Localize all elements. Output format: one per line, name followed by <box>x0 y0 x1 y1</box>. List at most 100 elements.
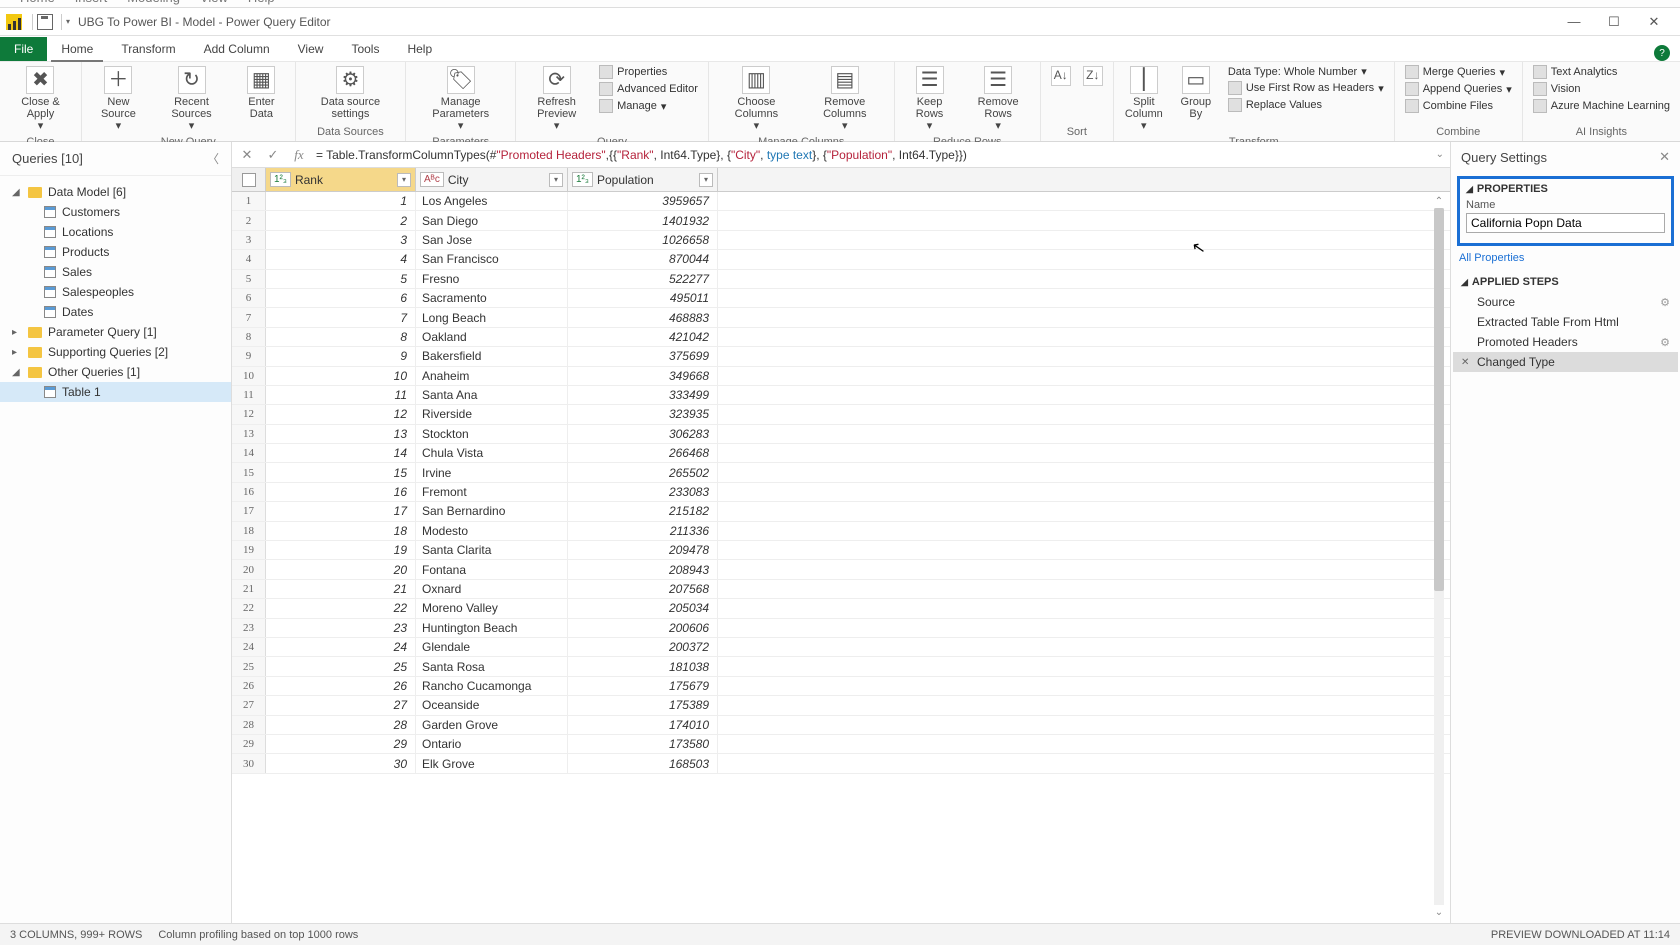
new-source-button[interactable]: ＋New Source ▾ <box>88 64 149 134</box>
split-column-button[interactable]: ⎮Split Column ▾ <box>1120 64 1168 134</box>
fx-icon[interactable]: fx <box>290 146 308 164</box>
azure-ml-button[interactable]: Azure Machine Learning <box>1529 98 1674 114</box>
vision-button[interactable]: Vision <box>1529 81 1674 97</box>
query-item[interactable]: Sales <box>0 262 231 282</box>
table-row[interactable]: 1414Chula Vista266468 <box>232 444 1450 463</box>
properties-button[interactable]: Properties <box>595 64 702 80</box>
minimize-button[interactable]: — <box>1554 10 1594 34</box>
all-properties-link[interactable]: All Properties <box>1451 250 1680 266</box>
close-button[interactable]: ✕ <box>1634 10 1674 34</box>
table-row[interactable]: 66Sacramento495011 <box>232 289 1450 308</box>
chevron-down-icon[interactable]: ◢ <box>1466 184 1473 195</box>
query-folder[interactable]: ◢Other Queries [1] <box>0 362 231 382</box>
manage-parameters-button[interactable]: 🏷Manage Parameters ▾ <box>412 64 509 134</box>
recent-sources-button[interactable]: ↻Recent Sources ▾ <box>153 64 230 134</box>
maximize-button[interactable]: ☐ <box>1594 10 1634 34</box>
tab-home[interactable]: Home <box>47 37 107 61</box>
table-row[interactable]: 2727Oceanside175389 <box>232 696 1450 715</box>
tab-view[interactable]: View <box>284 37 338 61</box>
column-header-population[interactable]: 1²₃ Population ▾ <box>568 168 718 191</box>
sort-asc-button[interactable]: A↓ <box>1047 64 1075 90</box>
table-row[interactable]: 11Los Angeles3959657 <box>232 192 1450 211</box>
applied-step[interactable]: Source⚙ <box>1453 292 1678 312</box>
vertical-scrollbar[interactable]: ⌃ ⌄ <box>1432 194 1446 919</box>
query-item[interactable]: Locations <box>0 222 231 242</box>
tab-help[interactable]: Help <box>393 37 446 61</box>
advanced-editor-button[interactable]: Advanced Editor <box>595 81 702 97</box>
close-apply-button[interactable]: ✖Close & Apply ▾ <box>6 64 75 134</box>
remove-rows-button[interactable]: ☰Remove Rows ▾ <box>962 64 1033 134</box>
save-icon[interactable] <box>37 14 53 30</box>
table-row[interactable]: 2020Fontana208943 <box>232 560 1450 579</box>
table-row[interactable]: 1111Santa Ana333499 <box>232 386 1450 405</box>
table-row[interactable]: 99Bakersfield375699 <box>232 347 1450 366</box>
append-queries-button[interactable]: Append Queries ▾ <box>1401 81 1516 97</box>
table-row[interactable]: 1010Anaheim349668 <box>232 367 1450 386</box>
query-item[interactable]: Dates <box>0 302 231 322</box>
table-row[interactable]: 77Long Beach468883 <box>232 308 1450 327</box>
group-by-button[interactable]: ▭Group By <box>1172 64 1220 122</box>
tab-transform[interactable]: Transform <box>107 37 189 61</box>
data-type-button[interactable]: Data Type: Whole Number ▾ <box>1224 64 1388 79</box>
keep-rows-button[interactable]: ☰Keep Rows ▾ <box>901 64 959 134</box>
help-icon[interactable]: ? <box>1654 45 1670 61</box>
table-row[interactable]: 33San Jose1026658 <box>232 231 1450 250</box>
formula-expand-icon[interactable]: ⌄ <box>1436 149 1444 160</box>
choose-columns-button[interactable]: ▥Choose Columns ▾ <box>715 64 798 134</box>
table-row[interactable]: 3030Elk Grove168503 <box>232 754 1450 773</box>
table-row[interactable]: 1212Riverside323935 <box>232 405 1450 424</box>
tab-add-column[interactable]: Add Column <box>190 37 284 61</box>
table-row[interactable]: 1818Modesto211336 <box>232 522 1450 541</box>
chevron-down-icon[interactable]: ◢ <box>1461 277 1468 288</box>
applied-step[interactable]: Extracted Table From Html <box>1453 312 1678 332</box>
scroll-thumb[interactable] <box>1434 208 1444 591</box>
table-row[interactable]: 2424Glendale200372 <box>232 638 1450 657</box>
table-row[interactable]: 2929Ontario173580 <box>232 735 1450 754</box>
formula-accept-button[interactable]: ✓ <box>264 146 282 164</box>
table-row[interactable]: 55Fresno522277 <box>232 270 1450 289</box>
formula-cancel-button[interactable]: ✕ <box>238 146 256 164</box>
column-header-city[interactable]: Aᴮc City ▾ <box>416 168 568 191</box>
query-item[interactable]: Products <box>0 242 231 262</box>
gear-icon[interactable]: ⚙ <box>1660 336 1670 349</box>
data-source-settings-button[interactable]: ⚙Data source settings <box>302 64 400 122</box>
query-item[interactable]: Table 1 <box>0 382 231 402</box>
query-name-input[interactable] <box>1466 213 1665 233</box>
enter-data-button[interactable]: ▦Enter Data <box>234 64 289 122</box>
table-row[interactable]: 44San Francisco870044 <box>232 250 1450 269</box>
combine-files-button[interactable]: Combine Files <box>1401 98 1516 114</box>
table-row[interactable]: 2121Oxnard207568 <box>232 580 1450 599</box>
table-row[interactable]: 1616Fremont233083 <box>232 483 1450 502</box>
filter-icon[interactable]: ▾ <box>549 173 563 187</box>
gear-icon[interactable]: ⚙ <box>1660 296 1670 309</box>
collapse-queries-icon[interactable]: 〈 <box>207 150 219 167</box>
table-row[interactable]: 1717San Bernardino215182 <box>232 502 1450 521</box>
table-row[interactable]: 2323Huntington Beach200606 <box>232 619 1450 638</box>
table-row[interactable]: 2525Santa Rosa181038 <box>232 657 1450 676</box>
manage-button[interactable]: Manage ▾ <box>595 98 702 114</box>
close-settings-icon[interactable]: ✕ <box>1659 149 1670 165</box>
query-folder[interactable]: ▸Parameter Query [1] <box>0 322 231 342</box>
table-row[interactable]: 1313Stockton306283 <box>232 425 1450 444</box>
applied-step[interactable]: Promoted Headers⚙ <box>1453 332 1678 352</box>
scroll-down-icon[interactable]: ⌄ <box>1432 905 1446 919</box>
filter-icon[interactable]: ▾ <box>397 173 411 187</box>
replace-values-button[interactable]: Replace Values <box>1224 97 1388 113</box>
remove-columns-button[interactable]: ▤Remove Columns ▾ <box>802 64 888 134</box>
table-row[interactable]: 2222Moreno Valley205034 <box>232 599 1450 618</box>
sort-desc-button[interactable]: Z↓ <box>1079 64 1107 90</box>
tab-tools[interactable]: Tools <box>337 37 393 61</box>
refresh-preview-button[interactable]: ⟳Refresh Preview ▾ <box>522 64 591 134</box>
file-tab[interactable]: File <box>0 37 47 61</box>
table-row[interactable]: 2828Garden Grove174010 <box>232 716 1450 735</box>
text-analytics-button[interactable]: Text Analytics <box>1529 64 1674 80</box>
table-row[interactable]: 88Oakland421042 <box>232 328 1450 347</box>
merge-queries-button[interactable]: Merge Queries ▾ <box>1401 64 1516 80</box>
table-row[interactable]: 22San Diego1401932 <box>232 211 1450 230</box>
table-row[interactable]: 1515Irvine265502 <box>232 463 1450 482</box>
table-row[interactable]: 1919Santa Clarita209478 <box>232 541 1450 560</box>
query-folder[interactable]: ▸Supporting Queries [2] <box>0 342 231 362</box>
use-first-row-button[interactable]: Use First Row as Headers ▾ <box>1224 80 1388 96</box>
scroll-up-icon[interactable]: ⌃ <box>1432 194 1446 208</box>
applied-step[interactable]: Changed Type <box>1453 352 1678 372</box>
